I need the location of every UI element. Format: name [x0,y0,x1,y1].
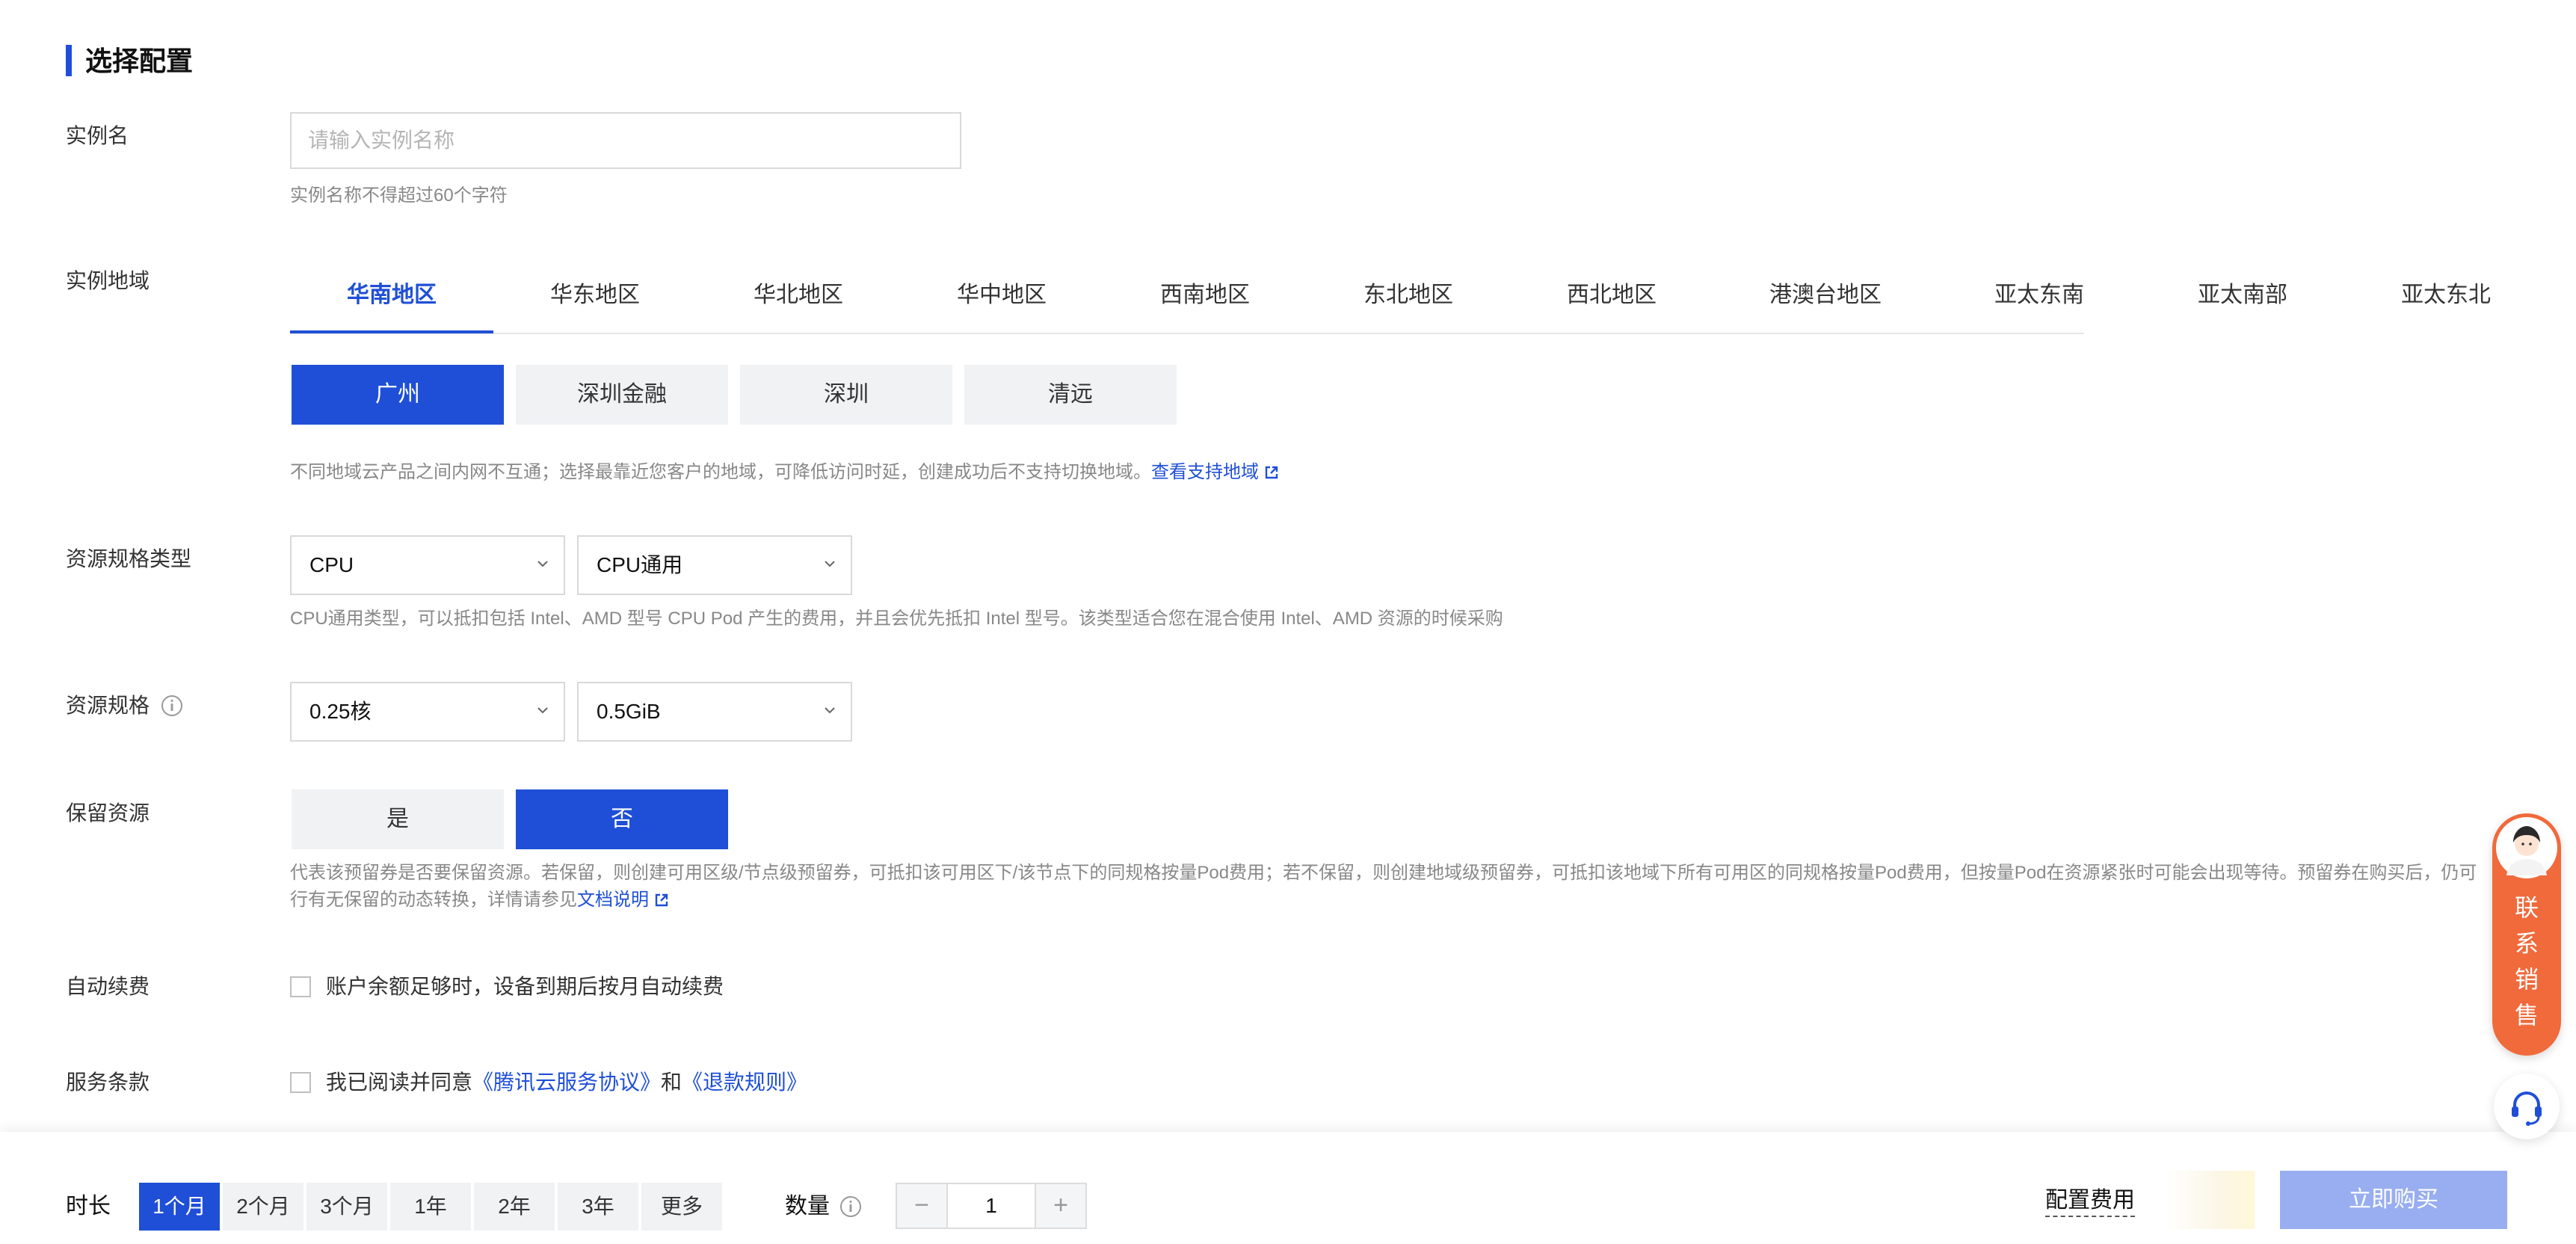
docs-link[interactable]: 文档说明 [577,890,669,910]
cpu-cores-select[interactable]: 0.25核 [290,682,565,742]
region-tab-central-china[interactable]: 华中地区 [900,277,1103,333]
reserve-option-no[interactable]: 否 [516,789,728,849]
resource-subtype-select-value: CPU通用 [597,553,683,576]
duration-option-3-years[interactable]: 3年 [558,1183,638,1231]
region-tab-asia-pacific-southeast[interactable]: 亚太东南 [1938,277,2141,333]
terms-checkbox[interactable] [290,1072,311,1093]
duration-option-1-year[interactable]: 1年 [390,1183,471,1231]
resource-type-select-value: CPU [309,553,354,576]
service-agreement-link[interactable]: 《腾讯云服务协议》 [472,1071,661,1094]
sales-avatar [2494,815,2560,881]
auto-renew-label: 自动续费 [66,975,150,998]
instance-name-hint: 实例名称不得超过60个字符 [290,185,508,206]
external-link-icon [1265,466,1278,479]
info-icon[interactable] [839,1195,863,1219]
region-tab-northwest-china[interactable]: 西北地区 [1510,277,1713,333]
reserve-hint-text: 行有无保留的动态转换，详情请参见 [290,890,577,910]
terms-prefix: 我已阅读并同意 [326,1071,473,1094]
instance-name-label: 实例名 [66,124,129,147]
city-option-shenzhen-finance[interactable]: 深圳金融 [516,365,728,425]
external-link-icon [655,893,668,907]
auto-renew-checkbox[interactable] [290,976,311,997]
resource-type-select[interactable]: CPU [290,535,565,595]
region-tab-asia-pacific-northeast[interactable]: 亚太东北 [2344,277,2548,333]
region-label: 实例地域 [66,269,150,292]
customer-support-button[interactable] [2494,1074,2560,1139]
duration-option-2-years[interactable]: 2年 [474,1183,555,1231]
instance-name-input[interactable] [290,112,961,169]
auto-renew-text: 账户余额足够时，设备到期后按月自动续费 [326,975,724,998]
terms-label: 服务条款 [66,1071,150,1094]
section-title: 选择配置 [85,46,194,76]
terms-text: 我已阅读并同意《腾讯云服务协议》和《退款规则》 [326,1068,807,1097]
memory-select[interactable]: 0.5GiB [577,682,852,742]
reserve-hint-line2: 行有无保留的动态转换，详情请参见文档说明 [290,887,669,914]
cpu-cores-select-value: 0.25核 [309,700,372,723]
duration-label: 时长 [66,1194,111,1219]
region-hint: 不同地域云产品之间内网不互通；选择最靠近您客户的地域，可降低访问时延，创建成功后… [290,459,1279,486]
config-fee-label[interactable]: 配置费用 [2045,1186,2135,1217]
headset-icon [2512,1091,2542,1126]
quantity-value[interactable]: 1 [948,1183,1035,1229]
region-tab-east-china[interactable]: 华东地区 [493,277,697,333]
resource-subtype-select[interactable]: CPU通用 [577,535,852,595]
chevron-down-icon [537,561,548,567]
chevron-down-icon [537,707,548,714]
section-title-bar [66,45,72,76]
duration-option-more[interactable]: 更多 [641,1183,722,1231]
duration-option-1-month[interactable]: 1个月 [139,1183,220,1231]
quantity-decrease-button[interactable]: − [896,1183,948,1229]
region-tab-north-china[interactable]: 华北地区 [697,277,900,333]
reserve-hint-line1: 代表该预留券是否要保留资源。若保留，则创建可用区级/节点级预留券，可抵扣该可用区… [290,863,2477,883]
region-tab-southwest-china[interactable]: 西南地区 [1103,277,1307,333]
city-option-shenzhen[interactable]: 深圳 [740,365,952,425]
info-icon[interactable] [160,694,184,718]
sales-avatar-icon [2506,826,2547,875]
terms-and: 和 [661,1071,682,1094]
city-option-qingyuan[interactable]: 清远 [964,365,1177,425]
resource-type-hint: CPU通用类型，可以抵扣包括 Intel、AMD 型号 CPU Pod 产生的费… [290,609,1503,629]
contact-sales-text: 联系销售 [2514,894,2539,1029]
chevron-down-icon [825,707,835,714]
quantity-label: 数量 [785,1194,830,1219]
quantity-increase-button[interactable]: + [1035,1183,1087,1229]
region-tab-asia-pacific-south[interactable]: 亚太南部 [2141,277,2344,333]
duration-option-2-months[interactable]: 2个月 [223,1183,303,1231]
chevron-down-icon [825,561,835,567]
memory-select-value: 0.5GiB [597,700,661,723]
city-option-guangzhou[interactable]: 广州 [292,365,504,425]
duration-option-3-months[interactable]: 3个月 [306,1183,387,1231]
region-hint-text: 不同地域云产品之间内网不互通；选择最靠近您客户的地域，可降低访问时延，创建成功后… [290,462,1151,482]
region-tab-hk-macau-taiwan[interactable]: 港澳台地区 [1713,277,1938,333]
buy-now-button[interactable]: 立即购买 [2280,1171,2507,1229]
reserve-label: 保留资源 [66,801,150,825]
resource-type-label: 资源规格类型 [66,547,192,570]
reserve-option-yes[interactable]: 是 [292,789,504,849]
region-tab-northeast-china[interactable]: 东北地区 [1307,277,1510,333]
region-tab-south-china[interactable]: 华南地区 [290,277,493,333]
resource-spec-label: 资源规格 [66,694,150,717]
fee-loading-placeholder [2165,1171,2255,1229]
supported-regions-link[interactable]: 查看支持地域 [1151,462,1279,482]
refund-rules-link[interactable]: 《退款规则》 [682,1071,807,1094]
